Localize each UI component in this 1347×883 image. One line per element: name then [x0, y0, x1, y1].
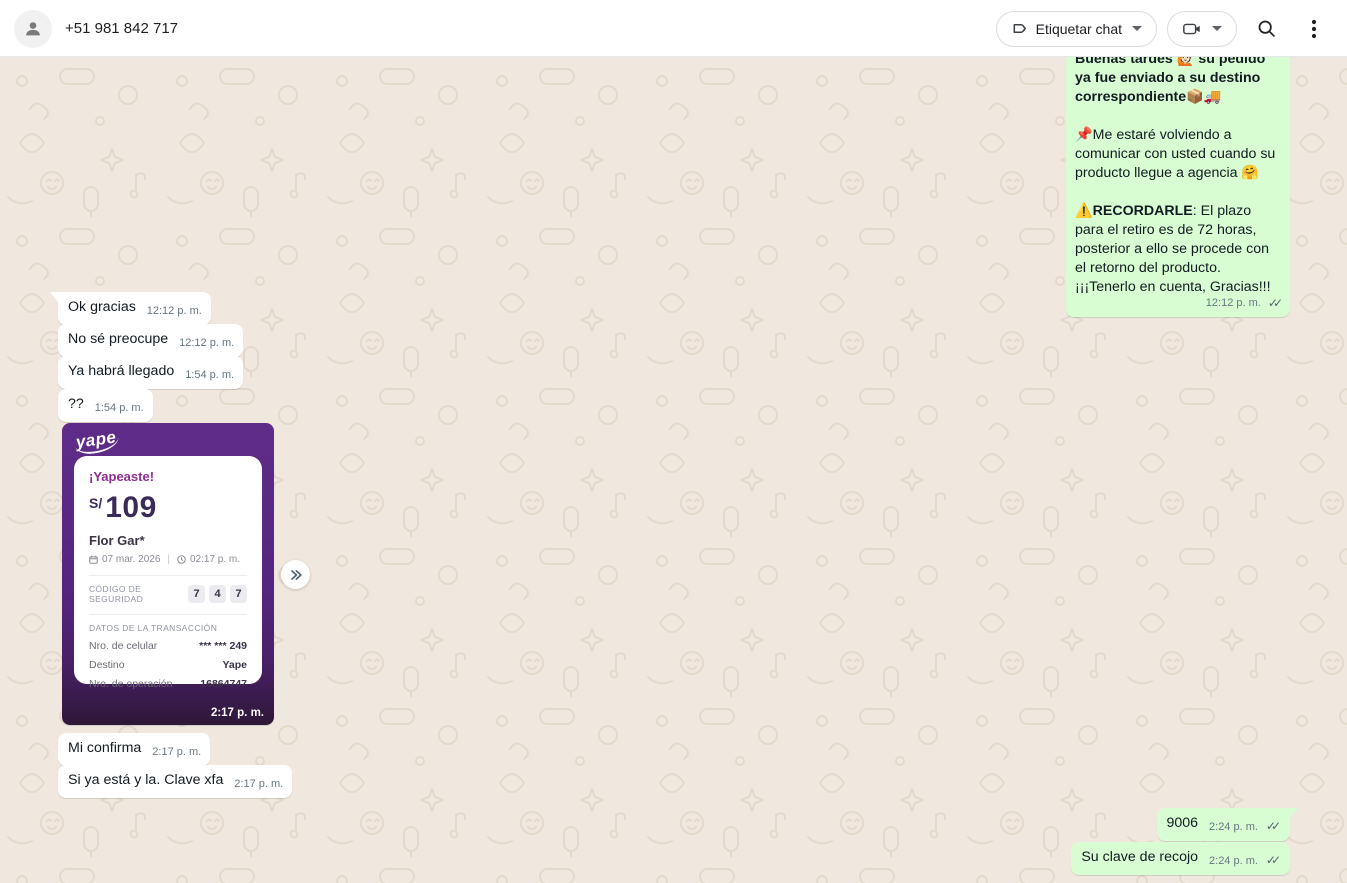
- message-time: 12:12 p. m.: [1206, 297, 1261, 309]
- message-text: 9006: [1167, 815, 1199, 831]
- transaction-row: DestinoYape: [89, 659, 247, 671]
- message-time: 2:17 p. m.: [152, 746, 201, 758]
- message-text: 📌Me estaré volviendo a comunicar con ust…: [1075, 126, 1281, 183]
- currency-symbol: S/: [89, 495, 102, 511]
- incoming-message[interactable]: No sé preocupe 12:12 p. m.: [58, 324, 243, 357]
- image-message-yape-receipt[interactable]: yape ¡Yapeaste! S/109 Flor Gar* 07 mar. …: [62, 423, 274, 725]
- security-code-label: CÓDIGO DE SEGURIDAD: [89, 584, 188, 604]
- outgoing-message-shipping-notice[interactable]: Buenas tardes 🙋🏻 su pedido ya fue enviad…: [1066, 57, 1290, 317]
- outgoing-message[interactable]: 9006 2:24 p. m. ✓✓: [1157, 808, 1291, 841]
- delivered-ticks-icon: ✓✓: [1268, 296, 1283, 310]
- incoming-message[interactable]: Mi confirma 2:17 p. m.: [58, 733, 210, 766]
- yape-title: ¡Yapeaste!: [89, 469, 247, 484]
- kebab-menu-icon: [1304, 18, 1324, 40]
- delivered-ticks-icon: ✓✓: [1266, 819, 1281, 833]
- yape-amount: S/109: [89, 491, 247, 525]
- payer-name: Flor Gar*: [89, 533, 247, 548]
- message-time: 12:12 p. m.: [179, 337, 234, 349]
- calendar-icon: [89, 555, 98, 564]
- contact-avatar[interactable]: [14, 10, 52, 48]
- label-chat-button[interactable]: Etiquetar chat: [996, 11, 1157, 47]
- message-text: Su clave de recojo: [1081, 849, 1198, 865]
- menu-button[interactable]: [1295, 10, 1333, 48]
- search-button[interactable]: [1247, 10, 1285, 48]
- chat-area: Buenas tardes 🙋🏻 su pedido ya fue enviad…: [0, 57, 1347, 883]
- incoming-message[interactable]: Ya habrá llegado 1:54 p. m.: [58, 356, 243, 389]
- message-text: Ya habrá llegado: [68, 363, 174, 379]
- label-chat-text: Etiquetar chat: [1036, 21, 1122, 37]
- message-time: 2:17 p. m.: [211, 707, 264, 719]
- message-time: 1:54 p. m.: [185, 369, 234, 381]
- message-text: Ok gracias: [68, 299, 136, 315]
- amount-value: 109: [105, 491, 157, 524]
- transaction-data-label: DATOS DE LA TRANSACCIÓN: [89, 623, 247, 633]
- incoming-message[interactable]: ?? 1:54 p. m.: [58, 389, 153, 422]
- message-time: 2:24 p. m.: [1209, 855, 1258, 867]
- incoming-message[interactable]: Si ya está y la. Clave xfa 2:17 p. m.: [58, 765, 292, 798]
- chevron-down-icon: [1132, 26, 1142, 31]
- whatsapp-chat-window: Buenas tardes 🙋🏻 su pedido ya fue enviad…: [0, 0, 1347, 883]
- yape-receipt-card: ¡Yapeaste! S/109 Flor Gar* 07 mar. 2026 …: [74, 456, 262, 684]
- message-text: No sé preocupe: [68, 331, 168, 347]
- message-meta: 12:12 p. m. ✓✓: [1206, 293, 1283, 313]
- transaction-row: Nro. de celular*** *** 249: [89, 640, 247, 652]
- message-time: 12:12 p. m.: [147, 305, 202, 317]
- clock-icon: [177, 555, 186, 564]
- chevron-down-icon: [1212, 26, 1222, 31]
- message-text: Mi confirma: [68, 740, 141, 756]
- video-call-button[interactable]: [1167, 11, 1237, 47]
- message-time: 1:54 p. m.: [95, 402, 144, 414]
- incoming-message[interactable]: Ok gracias 12:12 p. m.: [58, 292, 211, 325]
- security-code-digits: 747: [188, 585, 247, 603]
- message-time: 2:17 p. m.: [234, 778, 283, 790]
- message-text: Si ya está y la. Clave xfa: [68, 772, 223, 788]
- yape-logo: yape: [74, 427, 121, 456]
- contact-name[interactable]: +51 981 842 717: [65, 0, 178, 57]
- transaction-datetime: 07 mar. 2026 | 02:17 p. m.: [89, 554, 247, 565]
- video-camera-icon: [1182, 20, 1202, 38]
- message-text: ??: [68, 396, 84, 412]
- forward-icon[interactable]: [281, 560, 310, 589]
- security-code-row: CÓDIGO DE SEGURIDAD 747: [89, 584, 247, 604]
- message-text: Buenas tardes 🙋🏻 su pedido ya fue enviad…: [1075, 57, 1281, 107]
- message-time: 2:24 p. m.: [1209, 821, 1258, 833]
- search-icon: [1256, 18, 1277, 39]
- chat-header: +51 981 842 717 Etiquetar chat: [0, 0, 1347, 57]
- person-icon: [22, 18, 44, 40]
- transaction-row: Nro. de operación16864747: [89, 678, 247, 690]
- tag-icon: [1011, 20, 1028, 37]
- outgoing-message[interactable]: Su clave de recojo 2:24 p. m. ✓✓: [1071, 842, 1290, 875]
- message-text: ⚠️RECORDARLE: El plazo para el retiro es…: [1075, 202, 1281, 297]
- delivered-ticks-icon: ✓✓: [1266, 853, 1281, 867]
